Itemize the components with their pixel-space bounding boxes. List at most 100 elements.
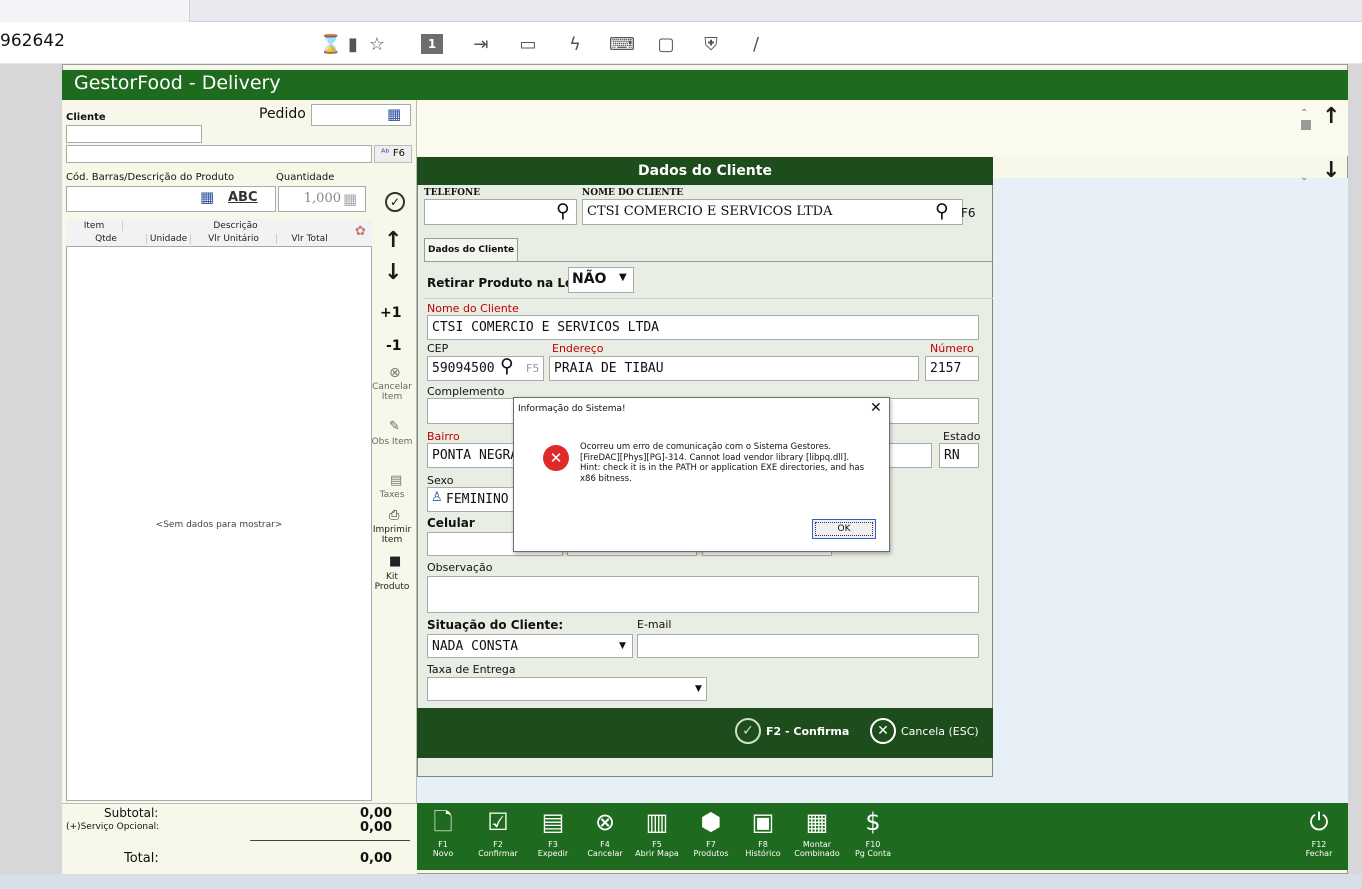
- taxes-button[interactable]: Taxes: [370, 490, 414, 500]
- toolbar-button-expedir[interactable]: ▤ F3 Expedir: [528, 806, 578, 858]
- arrow-up-icon[interactable]: ↑: [384, 228, 402, 253]
- grid-header-vlr-total: Vlr Total: [276, 234, 342, 244]
- cancel-icon[interactable]: ⊗: [389, 365, 401, 381]
- search-nome-icon[interactable]: ⚲: [935, 200, 949, 222]
- kit-icon[interactable]: ■: [389, 554, 401, 569]
- toolbar-key: F1: [438, 840, 448, 849]
- grid-icon[interactable]: ▦: [343, 190, 357, 208]
- observacao-label: Observação: [427, 561, 493, 574]
- scroll-down-small-icon[interactable]: ⌄: [1300, 172, 1308, 183]
- pen-icon[interactable]: ∕: [743, 32, 769, 56]
- nome-cliente-label: Nome do Cliente: [427, 302, 519, 315]
- confirm-item-icon[interactable]: ✓: [385, 192, 405, 212]
- grid-icon[interactable]: ▦: [200, 188, 214, 206]
- taxes-icon[interactable]: ▤: [390, 473, 402, 488]
- cancela-button[interactable]: Cancela (ESC): [901, 725, 979, 738]
- estado-input[interactable]: RN: [939, 443, 979, 468]
- arrow-up-icon[interactable]: ↑: [1322, 104, 1340, 129]
- f6-nome-label[interactable]: F6: [961, 206, 976, 220]
- obs-item-button[interactable]: Obs Item: [370, 437, 414, 447]
- f6-button[interactable]: ᴬᵇ F6: [374, 145, 412, 163]
- address-text[interactable]: 962642: [0, 31, 65, 51]
- toolbar-key: F8: [758, 840, 768, 849]
- scroll-up-small-icon[interactable]: ⌃: [1300, 108, 1308, 119]
- grid-icon[interactable]: ▦: [387, 105, 401, 123]
- nome-input[interactable]: CTSI COMERCIO E SERVICOS LTDA: [582, 199, 963, 225]
- toolbar-label: Montar Combinado: [794, 840, 840, 858]
- toolbar-button-cancelar[interactable]: ⊗ F4 Cancelar: [580, 806, 630, 858]
- desktop-left: [0, 64, 62, 889]
- keyboard-icon[interactable]: ⌨: [609, 32, 635, 56]
- cancel-icon[interactable]: ✕: [870, 718, 896, 744]
- toolbar-button-confirmar[interactable]: ☑ F2 Confirmar: [473, 806, 523, 858]
- dropdown-icon[interactable]: ▼: [619, 272, 627, 283]
- database-icon[interactable]: ▮: [340, 32, 366, 56]
- grid-header-item: Item: [83, 221, 105, 231]
- f6-label: F6: [392, 148, 405, 159]
- shield-icon[interactable]: ⛨: [698, 32, 724, 56]
- email-input[interactable]: [637, 634, 979, 658]
- kit-produto-button[interactable]: Kit Produto: [370, 572, 414, 592]
- toolbar-button-abrir-mapa[interactable]: ▥ F5 Abrir Mapa: [632, 806, 682, 858]
- palette-icon[interactable]: ✿: [355, 224, 366, 239]
- cancelar-item-button[interactable]: Cancelar Item: [370, 382, 414, 402]
- toolbar-key: F4: [600, 840, 610, 849]
- search-telefone-icon[interactable]: ⚲: [556, 200, 570, 222]
- toolbar-button-montar-combinado[interactable]: ▦ Montar Combinado: [792, 806, 842, 858]
- desktop-right: [1348, 64, 1362, 889]
- cancel-icon: ⊗: [594, 808, 616, 836]
- numero-input[interactable]: 2157: [925, 356, 979, 381]
- comment-icon[interactable]: ▭: [515, 32, 541, 56]
- f5-cep-label[interactable]: F5: [526, 362, 539, 375]
- toolbar-button-produtos[interactable]: ⬢ F7 Produtos: [686, 806, 736, 858]
- descricao-input[interactable]: [66, 145, 372, 163]
- endereco-input[interactable]: PRAIA DE TIBAU: [549, 356, 919, 381]
- toolbar-label: Novo: [432, 849, 454, 858]
- minus-one-button[interactable]: -1: [386, 338, 402, 354]
- close-icon[interactable]: ✕: [870, 400, 882, 416]
- arrow-down-icon[interactable]: ↓: [384, 260, 402, 285]
- confirma-button[interactable]: F2 - Confirma: [766, 725, 849, 738]
- lightning-icon[interactable]: ϟ: [562, 32, 588, 56]
- edit-icon[interactable]: ✎: [389, 419, 400, 434]
- celular-label: Celular: [427, 516, 475, 530]
- search-cep-icon[interactable]: ⚲: [500, 355, 514, 377]
- dropdown-icon[interactable]: ▼: [619, 641, 626, 651]
- toolbar-button-novo[interactable]: 🗋 F1 Novo: [418, 806, 468, 858]
- nome-label: NOME DO CLIENTE: [582, 188, 684, 198]
- star-icon[interactable]: ☆: [364, 32, 390, 56]
- browser-tab[interactable]: [0, 0, 190, 22]
- toolbar-label: Pg Conta: [854, 849, 892, 858]
- toolbar-button-histórico[interactable]: ▣ F8 Histórico: [738, 806, 788, 858]
- printer-icon[interactable]: ⎙: [389, 508, 399, 523]
- toolbar-key: F3: [548, 840, 558, 849]
- toolbar-key: F2: [493, 840, 503, 849]
- telefone-input[interactable]: [424, 199, 577, 225]
- login-icon[interactable]: ⇥: [468, 32, 494, 56]
- taxa-select[interactable]: [427, 677, 707, 701]
- cliente-input[interactable]: [66, 125, 202, 143]
- nome-cliente-input[interactable]: CTSI COMERCIO E SERVICOS LTDA: [427, 315, 979, 340]
- fechar-button[interactable]: ⏻ F12 Fechar: [1294, 806, 1344, 858]
- tab-divider: [424, 261, 993, 262]
- scroll-thumb[interactable]: [1301, 120, 1311, 130]
- error-icon: ✕: [543, 445, 569, 471]
- total-label: Total:: [124, 851, 159, 866]
- arrow-down-icon[interactable]: ↓: [1322, 158, 1340, 183]
- toolbar-button-pg-conta[interactable]: $ F10 Pg Conta: [848, 806, 898, 858]
- confirm-icon[interactable]: ✓: [735, 718, 761, 744]
- retirar-label: Retirar Produto na Loja:: [427, 276, 591, 290]
- subtotal-label: Subtotal:: [104, 806, 159, 820]
- abc-button[interactable]: ABC: [228, 190, 258, 205]
- situacao-select[interactable]: NADA CONSTA: [427, 634, 633, 658]
- monitor-icon[interactable]: ▢: [653, 32, 679, 56]
- money-bag-icon: $: [865, 808, 881, 836]
- estado-label: Estado: [943, 430, 981, 443]
- dropdown-icon[interactable]: ▼: [695, 684, 702, 694]
- ok-button[interactable]: OK: [812, 519, 876, 539]
- plus-one-button[interactable]: +1: [380, 305, 401, 321]
- imprimir-item-button[interactable]: Imprimir Item: [370, 525, 414, 545]
- sexo-label: Sexo: [427, 474, 454, 487]
- page-one-icon[interactable]: 1: [421, 34, 443, 54]
- observacao-input[interactable]: [427, 576, 979, 613]
